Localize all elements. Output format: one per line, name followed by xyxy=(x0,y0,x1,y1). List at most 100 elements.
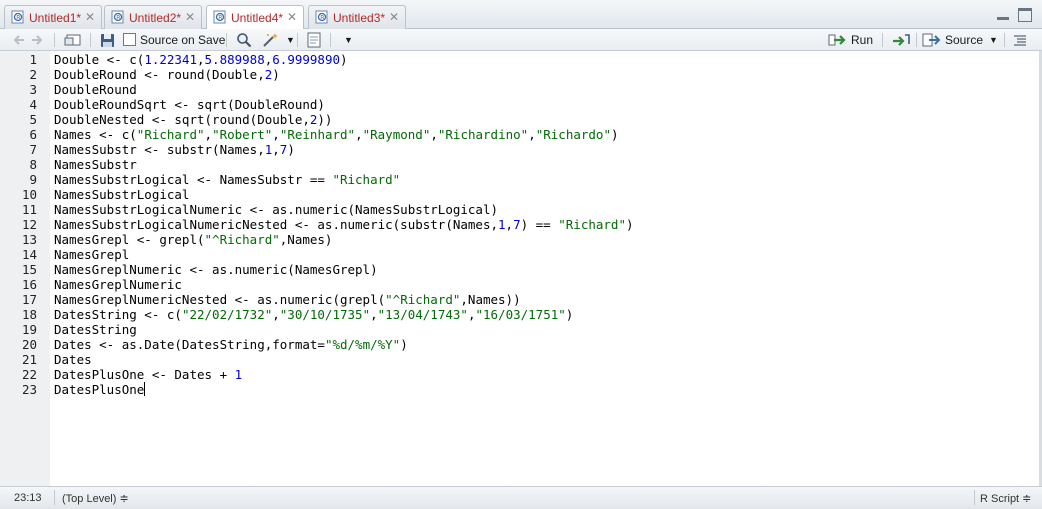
line-number: 16 xyxy=(21,277,37,292)
source-tab-bar: R Untitled1* ✕ R Untitled2* ✕ R Untitled… xyxy=(0,0,1042,30)
code-line[interactable]: DatesString xyxy=(54,322,137,337)
code-line[interactable]: NamesSubstrLogical <- NamesSubstr == "Ri… xyxy=(54,172,400,187)
code-line[interactable]: NamesGreplNumericNested <- as.numeric(gr… xyxy=(54,292,521,307)
code-line[interactable]: Dates <- as.Date(DatesString,format="%d/… xyxy=(54,337,408,352)
string-token: "%d/%m/%Y" xyxy=(324,337,401,352)
code-token: , xyxy=(272,307,280,322)
scope-selector[interactable]: (Top Level) ≑ xyxy=(62,492,129,505)
toolbar-divider xyxy=(297,33,298,47)
code-line[interactable]: Dates xyxy=(54,352,92,367)
tab-label: Untitled2* xyxy=(129,11,182,25)
code-token: ,Names)) xyxy=(460,292,521,307)
line-number: 10 xyxy=(21,187,37,202)
code-line[interactable]: NamesSubstr <- substr(Names,1,7) xyxy=(54,142,295,157)
code-token: , xyxy=(528,127,536,142)
code-token: NamesSubstrLogical xyxy=(54,187,190,202)
code-line[interactable]: Names <- c("Richard","Robert","Reinhard"… xyxy=(54,127,619,142)
status-divider xyxy=(974,490,975,505)
code-token: , xyxy=(355,127,363,142)
code-line[interactable]: DatesString <- c("22/02/1732","30/10/173… xyxy=(54,307,573,322)
line-number: 13 xyxy=(21,232,37,247)
file-type-selector[interactable]: R Script ≑ xyxy=(980,492,1031,505)
number-token: 1 xyxy=(498,217,506,232)
code-token: , xyxy=(197,52,205,67)
line-number: 8 xyxy=(29,157,37,172)
compile-report-icon[interactable] xyxy=(306,32,322,48)
code-token: ) xyxy=(400,337,408,352)
code-line[interactable]: DoubleNested <- sqrt(round(Double,2)) xyxy=(54,112,332,127)
code-line[interactable]: NamesGrepl xyxy=(54,247,129,262)
chevron-down-icon[interactable]: ▼ xyxy=(989,35,998,45)
code-token: NamesSubstrLogical <- NamesSubstr == xyxy=(54,172,333,187)
tab-label: Untitled4* xyxy=(231,11,284,25)
code-line[interactable]: NamesGreplNumeric <- as.numeric(NamesGre… xyxy=(54,262,378,277)
code-token: NamesGreplNumericNested <- as.numeric(gr… xyxy=(54,292,386,307)
tab-untitled4[interactable]: R Untitled4* ✕ xyxy=(206,5,304,30)
code-token: NamesGrepl <- grepl( xyxy=(54,232,205,247)
string-token: "16/03/1751" xyxy=(475,307,566,322)
code-token: DatesString xyxy=(54,322,137,337)
line-number: 15 xyxy=(21,262,37,277)
tab-untitled1[interactable]: R Untitled1* ✕ xyxy=(4,5,102,29)
code-token: ) xyxy=(272,67,280,82)
search-icon[interactable] xyxy=(236,32,252,48)
code-line[interactable]: NamesGrepl <- grepl("^Richard",Names) xyxy=(54,232,332,247)
number-token: 7 xyxy=(513,217,521,232)
line-number: 18 xyxy=(21,307,37,322)
code-token: ) xyxy=(625,217,634,232)
source-on-save-checkbox[interactable] xyxy=(123,33,136,46)
close-icon[interactable]: ✕ xyxy=(185,10,195,24)
tab-untitled3[interactable]: R Untitled3* ✕ xyxy=(308,5,406,29)
code-token: ,Names) xyxy=(279,232,333,247)
close-icon[interactable]: ✕ xyxy=(389,10,399,24)
code-line[interactable]: DoubleRoundSqrt <- sqrt(DoubleRound) xyxy=(54,97,325,112)
close-icon[interactable]: ✕ xyxy=(287,10,297,24)
code-line[interactable]: NamesSubstrLogicalNumericNested <- as.nu… xyxy=(54,217,634,232)
code-token: ) == xyxy=(520,217,559,232)
source-icon[interactable] xyxy=(922,32,942,48)
text-cursor xyxy=(144,382,146,396)
code-line[interactable]: NamesSubstr xyxy=(54,157,137,172)
close-icon[interactable]: ✕ xyxy=(85,10,95,24)
line-number: 7 xyxy=(29,142,37,157)
string-token: "Richard" xyxy=(558,217,626,232)
run-arrow-icon[interactable] xyxy=(828,32,848,48)
back-arrow-icon[interactable] xyxy=(12,32,26,48)
tab-untitled2[interactable]: R Untitled2* ✕ xyxy=(104,5,202,29)
forward-arrow-icon[interactable] xyxy=(30,32,44,48)
code-token: , xyxy=(272,127,280,142)
code-token: DoubleRound xyxy=(54,82,137,97)
code-line[interactable]: NamesGreplNumeric xyxy=(54,277,182,292)
run-button[interactable]: Run xyxy=(851,33,873,47)
code-line[interactable]: NamesSubstrLogicalNumeric <- as.numeric(… xyxy=(54,202,498,217)
r-script-icon: R xyxy=(111,10,124,24)
line-number: 23 xyxy=(21,382,37,397)
r-script-icon: R xyxy=(213,10,226,24)
code-line[interactable]: DoubleRound <- round(Double,2) xyxy=(54,67,280,82)
chevron-down-icon[interactable]: ▼ xyxy=(286,35,295,45)
maximize-icon[interactable] xyxy=(1018,8,1032,22)
code-editor[interactable]: 1 2 3 4 5 6 7 8 9 10 11 12 13 14 15 16 17 18 19 20 21 22 23 Do… xyxy=(0,51,1042,486)
document-outline-icon[interactable] xyxy=(1012,32,1028,48)
save-icon[interactable] xyxy=(100,32,115,48)
code-tools-wand-icon[interactable] xyxy=(262,32,280,48)
line-number: 21 xyxy=(21,352,37,367)
code-line[interactable]: NamesSubstrLogical xyxy=(54,187,189,202)
code-line[interactable]: Double <- c(1.22341,5.889988,6.9999890) xyxy=(54,52,348,67)
line-number: 22 xyxy=(21,367,37,382)
minimize-icon[interactable] xyxy=(997,8,1010,20)
code-line[interactable]: DoubleRound xyxy=(54,82,137,97)
code-token: NamesGreplNumeric <- as.numeric(NamesGre… xyxy=(54,262,378,277)
rerun-icon[interactable] xyxy=(890,32,912,48)
source-button[interactable]: Source xyxy=(945,33,983,47)
code-line[interactable]: DatesPlusOne <- Dates + 1 xyxy=(54,367,242,382)
code-line[interactable]: DatesPlusOne xyxy=(54,382,146,397)
line-number: 6 xyxy=(29,127,37,142)
string-token: "30/10/1735" xyxy=(279,307,371,322)
string-token: "^Richard" xyxy=(385,292,461,307)
show-in-window-icon[interactable] xyxy=(64,32,82,48)
code-token: NamesSubstrLogicalNumeric <- as.numeric(… xyxy=(54,202,499,217)
chevron-down-icon[interactable]: ▼ xyxy=(344,35,353,45)
code-token: DoubleRoundSqrt <- sqrt(DoubleRound) xyxy=(54,97,325,112)
code-token: , xyxy=(505,217,514,232)
